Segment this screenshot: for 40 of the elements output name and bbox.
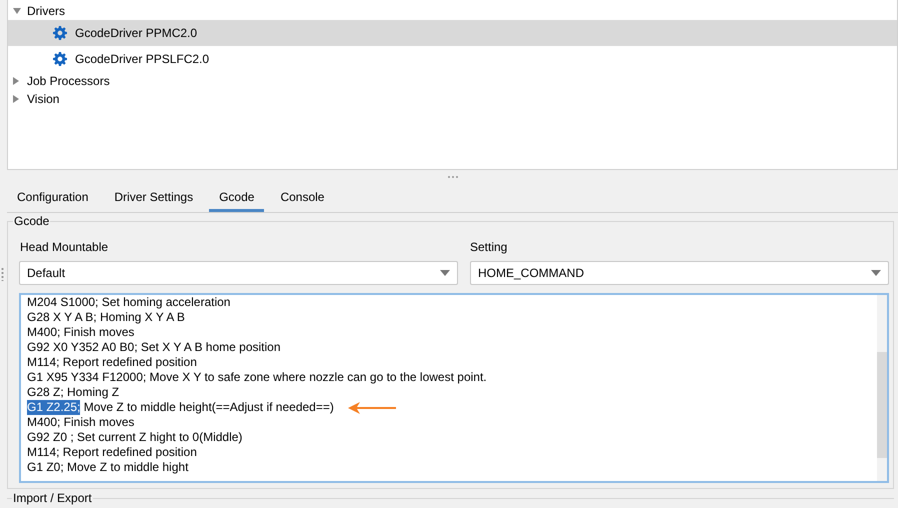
tab[interactable]: Gcode: [209, 184, 264, 212]
code-line: G1 Z0; Move Z to middle hight: [27, 460, 188, 475]
caret-icon: [440, 270, 450, 276]
tab[interactable]: Console: [270, 184, 334, 212]
head-mountable-dropdown[interactable]: Default: [19, 261, 458, 285]
tree-row[interactable]: GcodeDriver PPMC2.0: [8, 20, 897, 46]
code-line: M204 S1000; Set homing acceleration: [27, 295, 230, 310]
tree-row[interactable]: GcodeDriver PPSLFC2.0: [8, 46, 897, 72]
gear-icon: [53, 26, 67, 40]
tree-item[interactable]: Job Processors: [27, 74, 110, 88]
code-line: G28 X Y A B; Homing X Y A B: [27, 310, 185, 325]
gear-icon: [53, 52, 67, 66]
group-title: Gcode: [13, 214, 50, 228]
expander-icon[interactable]: [13, 95, 19, 103]
code-line: G28 Z; Homing Z: [27, 385, 120, 400]
splitter-handle[interactable]: [447, 176, 459, 178]
tree-item[interactable]: Drivers: [27, 4, 65, 18]
setting-dropdown[interactable]: HOME_COMMAND: [470, 261, 889, 285]
expander-icon[interactable]: [13, 8, 21, 14]
scrollbar-thumb[interactable]: [877, 352, 887, 458]
code-line: G92 X0 Y352 A0 B0; Set X Y A B home position: [27, 340, 281, 355]
expander-icon[interactable]: [13, 77, 19, 85]
code-line: M114; Report redefined position: [27, 445, 197, 460]
selected-text: G1 Z2.25;: [27, 400, 80, 415]
code-line: M400; Finish moves: [27, 325, 134, 340]
code-line: G1 X95 Y334 F12000; Move X Y to safe zone where nozzle can go to the lowest point.: [27, 370, 487, 385]
tree-item[interactable]: Vision: [27, 92, 60, 106]
scrollbar[interactable]: [877, 295, 887, 481]
group-title: Import / Export: [12, 491, 93, 505]
code-line: G92 Z0 ; Set current Z hight to 0(Middle): [27, 430, 242, 445]
tab[interactable]: Driver Settings: [104, 184, 204, 212]
field-label: Head Mountable: [19, 239, 110, 256]
code-line: M114; Report redefined position: [27, 355, 197, 370]
tab[interactable]: Configuration: [7, 184, 98, 212]
field-label: Setting: [470, 239, 508, 256]
code-line: Move Z to middle height(==Adjust if needed==): [82, 400, 334, 415]
caret-icon: [871, 270, 881, 276]
code-line: M400; Finish moves: [27, 415, 134, 430]
splitter-handle[interactable]: [1, 267, 4, 281]
gcode-editor[interactable]: [19, 293, 889, 483]
